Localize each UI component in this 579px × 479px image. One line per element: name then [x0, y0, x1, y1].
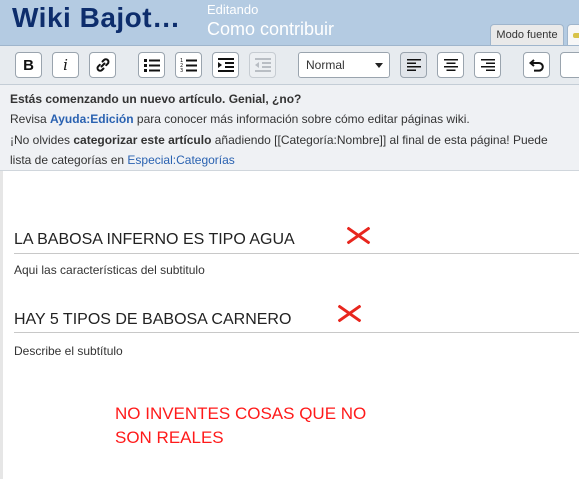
help-link[interactable]: Ayuda:Edición [50, 112, 134, 126]
wiki-title[interactable]: Wiki Bajot… [12, 2, 181, 34]
bulleted-list-icon [143, 59, 160, 72]
numbered-list-icon: 123 [180, 58, 197, 73]
link-icon [96, 58, 109, 72]
align-left-button[interactable] [400, 52, 427, 78]
tab-source-mode[interactable]: Modo fuente [490, 24, 564, 45]
numbered-list-button[interactable]: 123 [175, 52, 202, 78]
align-right-icon [480, 59, 495, 71]
notice-line-categories: lista de categorías en Especial:Categorí… [10, 153, 235, 167]
align-left-icon [406, 59, 421, 71]
notice-text: Revisa [10, 112, 51, 126]
bold-button[interactable]: B [15, 52, 42, 78]
outdent-button[interactable] [249, 52, 276, 78]
bulleted-list-button[interactable] [138, 52, 165, 78]
editor-content[interactable]: LA BABOSA INFERNO ES TIPO AGUA Aqui las … [0, 171, 579, 479]
format-select-value: Normal [306, 58, 345, 72]
indent-button[interactable] [212, 52, 239, 78]
bold-icon: B [23, 56, 34, 74]
annotation-note: NO INVENTES COSAS QUE NO SON REALES [115, 402, 435, 450]
svg-text:3: 3 [180, 68, 183, 73]
chevron-down-icon [375, 63, 383, 68]
editing-label: Editando [207, 2, 259, 17]
notice-line-category: ¡No olvides categorizar este artículo añ… [10, 133, 548, 147]
page-name: Como contribuir [207, 19, 335, 39]
annotation-line: SON REALES [115, 428, 224, 447]
italic-icon: i [63, 56, 68, 74]
align-center-button[interactable] [437, 52, 464, 78]
editor-toolbar: B i 123 Normal [0, 45, 579, 85]
notice-text: añadiendo [[Categoría:Nombre]] al final … [211, 133, 548, 147]
cross-mark-icon [346, 226, 370, 244]
annotation-line: NO INVENTES COSAS QUE NO [115, 404, 367, 423]
wiki-header: Wiki Bajot… Editando Como contribuir Mod… [0, 0, 579, 45]
notice-title: Estás comenzando un nuevo artículo. Geni… [10, 92, 302, 106]
section-heading[interactable]: LA BABOSA INFERNO ES TIPO AGUA [14, 231, 295, 249]
format-select[interactable]: Normal [298, 52, 390, 78]
link-button[interactable] [89, 52, 116, 78]
align-right-button[interactable] [474, 52, 501, 78]
section-paragraph[interactable]: Aqui las características del subtitulo [14, 263, 205, 277]
notice-text: lista de categorías en [10, 153, 128, 167]
categories-link[interactable]: Especial:Categorías [127, 153, 234, 167]
undo-icon [528, 59, 544, 72]
visual-mode-icon [573, 33, 579, 38]
notice-line-help: Revisa Ayuda:Edición para conocer más in… [10, 112, 470, 126]
heading-divider [14, 332, 579, 333]
tab-visual-mode[interactable] [567, 24, 579, 45]
notice-text: para conocer más información sobre cómo … [133, 112, 470, 126]
section-heading[interactable]: HAY 5 TIPOS DE BABOSA CARNERO [14, 311, 291, 329]
undo-button[interactable] [523, 52, 550, 78]
indent-icon [217, 58, 234, 72]
new-article-notice: Estás comenzando un nuevo artículo. Geni… [0, 85, 579, 171]
section-paragraph[interactable]: Describe el subtítulo [14, 344, 123, 358]
notice-text: ¡No olvides [10, 133, 74, 147]
italic-button[interactable]: i [52, 52, 79, 78]
notice-bold-text: categorizar este artículo [73, 133, 212, 147]
cross-mark-icon [337, 304, 361, 322]
align-center-icon [443, 59, 458, 71]
redo-button[interactable] [560, 52, 579, 78]
outdent-icon [254, 58, 271, 72]
heading-divider [14, 253, 579, 254]
